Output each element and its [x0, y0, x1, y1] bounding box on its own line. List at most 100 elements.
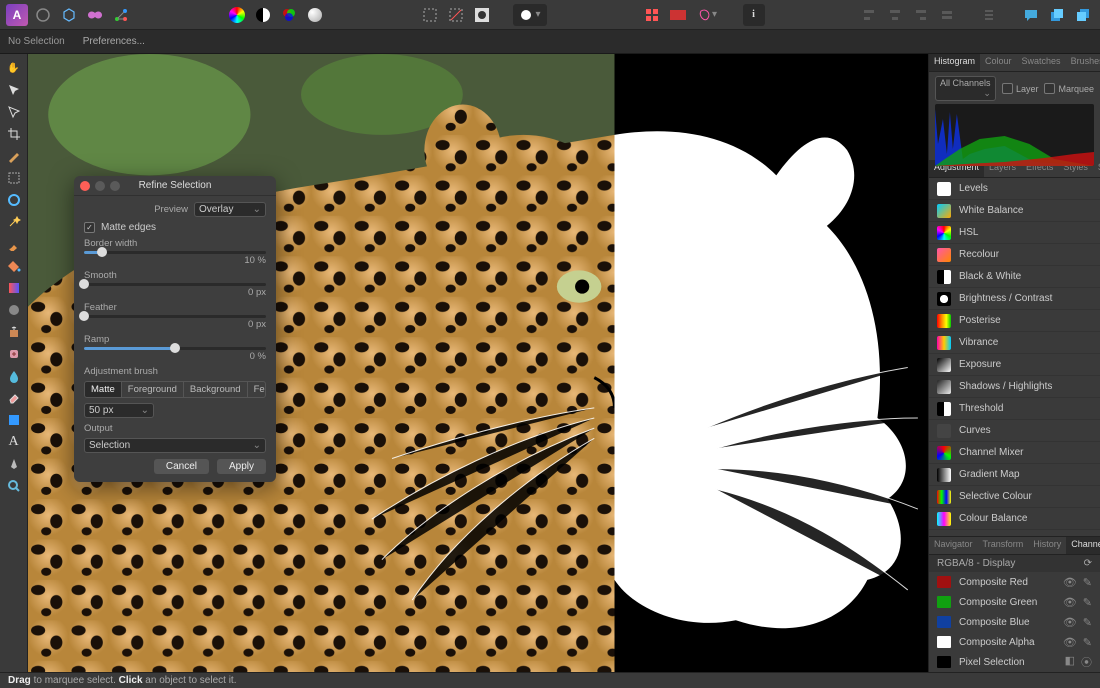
refresh-icon[interactable]: ⟳ — [1084, 558, 1092, 569]
adjustment-item[interactable]: Curves — [929, 420, 1100, 442]
visibility-icon[interactable]: 👁 — [1063, 636, 1077, 649]
visibility-icon[interactable]: 👁 — [1063, 576, 1077, 589]
slider-1[interactable] — [84, 283, 266, 286]
seg-background[interactable]: Background — [184, 382, 248, 397]
layers-front-icon[interactable] — [1046, 4, 1068, 26]
tab-channels[interactable]: Channels — [1066, 537, 1100, 554]
pen-tool[interactable] — [3, 454, 25, 474]
align-center-icon[interactable] — [884, 4, 906, 26]
cube-icon[interactable] — [58, 4, 80, 26]
visibility-icon[interactable]: 👁 — [1063, 616, 1077, 629]
adjustment-item[interactable]: Colour Balance — [929, 508, 1100, 530]
adjustment-item[interactable]: White Balance — [929, 200, 1100, 222]
slider-2[interactable] — [84, 315, 266, 318]
cancel-button[interactable]: Cancel — [154, 459, 209, 474]
matte-edges-checkbox[interactable]: ✓ — [84, 222, 95, 233]
rgb-icon[interactable] — [278, 4, 300, 26]
contrast-icon[interactable] — [252, 4, 274, 26]
tab-transform[interactable]: Transform — [978, 537, 1029, 554]
output-select[interactable]: Selection — [84, 438, 266, 453]
flood-tool[interactable] — [3, 190, 25, 210]
marquee-cancel-icon[interactable] — [445, 4, 467, 26]
channel-item[interactable]: Pixel Selection◧⦿ — [929, 652, 1100, 672]
info-icon[interactable]: i — [743, 4, 765, 26]
fill-tool[interactable] — [3, 256, 25, 276]
brush-size-select[interactable]: 50 px — [84, 403, 154, 418]
align-stack-icon[interactable] — [936, 4, 958, 26]
tab-navigator[interactable]: Navigator — [929, 537, 978, 554]
zoom-tool[interactable] — [3, 476, 25, 496]
align-left-icon[interactable] — [858, 4, 880, 26]
adjustment-item[interactable]: Threshold — [929, 398, 1100, 420]
preview-select[interactable]: Overlay — [194, 202, 266, 217]
tab-histogram[interactable]: Histogram — [929, 54, 980, 71]
share-icon[interactable] — [110, 4, 132, 26]
histogram-channels-select[interactable]: All Channels — [935, 76, 996, 101]
edit-icon[interactable]: ✎ — [1083, 616, 1092, 629]
adjustment-item[interactable]: Recolour — [929, 244, 1100, 266]
dodge-tool[interactable] — [3, 300, 25, 320]
paint-brush-tool[interactable] — [3, 234, 25, 254]
channel-invert-icon[interactable]: ◧ — [1065, 654, 1075, 670]
heal-tool[interactable] — [3, 344, 25, 364]
adjustment-item[interactable]: Levels — [929, 178, 1100, 200]
channel-item[interactable]: Composite Blue👁✎ — [929, 612, 1100, 632]
close-icon[interactable] — [80, 181, 90, 191]
tab-brushes[interactable]: Brushes — [1066, 54, 1100, 71]
adjustment-item[interactable]: Black & White — [929, 266, 1100, 288]
seg-feather[interactable]: Feather — [248, 382, 266, 397]
seg-matte[interactable]: Matte — [85, 382, 122, 397]
preferences-link[interactable]: Preferences... — [83, 36, 145, 47]
quickmask-dropdown[interactable]: ▾ — [513, 4, 547, 26]
channel-item[interactable]: Composite Alpha👁✎ — [929, 632, 1100, 652]
gradient-tool[interactable] — [3, 278, 25, 298]
adjustment-item[interactable]: HSL — [929, 222, 1100, 244]
lasso-dropdown[interactable]: ▾ — [693, 4, 723, 26]
chat-icon[interactable] — [1020, 4, 1042, 26]
moon-icon[interactable] — [304, 4, 326, 26]
slider-3[interactable] — [84, 347, 266, 350]
crop-tool[interactable] — [3, 124, 25, 144]
channel-item[interactable]: Composite Green👁✎ — [929, 592, 1100, 612]
adjustment-item[interactable]: Shadows / Highlights — [929, 376, 1100, 398]
adjustment-item[interactable]: Posterise — [929, 310, 1100, 332]
eraser-tool[interactable] — [3, 388, 25, 408]
dialog-titlebar[interactable]: Refine Selection — [74, 176, 276, 196]
hand-tool[interactable]: ✋ — [3, 58, 25, 78]
adjustment-item[interactable]: Selective Colour — [929, 486, 1100, 508]
edit-icon[interactable]: ✎ — [1083, 596, 1092, 609]
node-tool[interactable] — [3, 102, 25, 122]
adjustment-item[interactable]: Channel Mixer — [929, 442, 1100, 464]
text-tool[interactable]: A — [3, 432, 25, 452]
marquee-rect-icon[interactable] — [419, 4, 441, 26]
slider-0[interactable] — [84, 251, 266, 254]
mask-icon[interactable] — [471, 4, 493, 26]
move-tool[interactable] — [3, 80, 25, 100]
layers-back-icon[interactable] — [1072, 4, 1094, 26]
tab-colour[interactable]: Colour — [980, 54, 1017, 71]
edit-icon[interactable]: ✎ — [1083, 636, 1092, 649]
butterfly-icon[interactable] — [84, 4, 106, 26]
channel-target-icon[interactable]: ⦿ — [1081, 654, 1092, 670]
grid-icon[interactable] — [641, 4, 663, 26]
color-wheel-icon[interactable] — [226, 4, 248, 26]
apply-button[interactable]: Apply — [217, 459, 266, 474]
marquee-checkbox[interactable]: Marquee — [1044, 83, 1094, 94]
tab-history[interactable]: History — [1028, 537, 1066, 554]
brush-tool[interactable] — [3, 146, 25, 166]
adjustment-item[interactable]: Gradient Map — [929, 464, 1100, 486]
seg-foreground[interactable]: Foreground — [122, 382, 184, 397]
edit-icon[interactable]: ✎ — [1083, 576, 1092, 589]
tab-swatches[interactable]: Swatches — [1017, 54, 1066, 71]
flag-icon[interactable] — [667, 4, 689, 26]
shape-tool[interactable] — [3, 410, 25, 430]
align-right-icon[interactable] — [910, 4, 932, 26]
adjustment-item[interactable]: Vibrance — [929, 332, 1100, 354]
marquee-tool[interactable] — [3, 168, 25, 188]
blur-tool[interactable] — [3, 366, 25, 386]
persona-icon[interactable] — [32, 4, 54, 26]
arrange-icon[interactable] — [978, 4, 1000, 26]
layer-checkbox[interactable]: Layer — [1002, 83, 1039, 94]
visibility-icon[interactable]: 👁 — [1063, 596, 1077, 609]
adjustment-item[interactable]: Brightness / Contrast — [929, 288, 1100, 310]
